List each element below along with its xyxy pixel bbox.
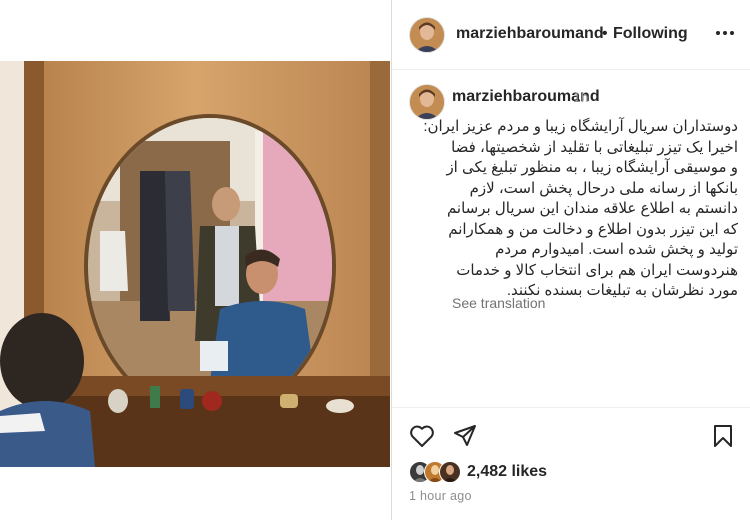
author-avatar-image	[410, 85, 444, 119]
likes-count[interactable]: 2,482 likes	[467, 463, 547, 481]
send-icon[interactable]	[453, 424, 477, 453]
author-username[interactable]: marziehbaroumand	[456, 25, 604, 43]
post-header: marziehbaroumand • Following	[392, 0, 750, 70]
post-photo[interactable]	[0, 61, 390, 467]
following-button[interactable]: Following	[613, 25, 688, 43]
separator-dot: •	[602, 25, 608, 42]
caption-line: و موسیقی آرایشگاه زیبا ، به منظور تبلیغ …	[446, 159, 738, 176]
heart-icon[interactable]	[409, 424, 435, 453]
caption-timestamp[interactable]: 1h	[573, 89, 589, 105]
bookmark-icon[interactable]	[712, 424, 734, 453]
caption-line: دوستداران سریال آرایشگاه زیبا و مردم عزی…	[423, 118, 738, 135]
caption-line: که این تیزر بدون اطلاع و دخالت من و همکا…	[448, 220, 738, 238]
liked-by-avatars[interactable]	[409, 461, 469, 483]
barbershop-mirror-image	[0, 61, 390, 467]
caption-line: هنردوست ایران هم برای انتخاب کالا و خدما…	[456, 261, 738, 279]
see-translation-link[interactable]: See translation	[452, 295, 545, 311]
avatar	[439, 461, 461, 483]
post-timestamp[interactable]: 1 hour ago	[409, 489, 472, 503]
caption-line: دانستم به اطلاع علاقه مندان این سریال بر…	[446, 200, 738, 217]
more-options-icon[interactable]	[714, 24, 736, 42]
actions-divider	[392, 407, 750, 408]
caption-line: اخیرا یک تیزر تبلیغاتی با تقلید از شخصیت…	[451, 138, 738, 156]
caption-line: تولید و پخش شده است. امیدوارم مردم	[495, 241, 738, 258]
caption-avatar[interactable]	[409, 84, 445, 120]
author-avatar-image	[410, 18, 444, 52]
caption-text: دوستداران سریال آرایشگاه زیبا و مردم عزی…	[423, 117, 738, 302]
avatar[interactable]	[409, 17, 445, 53]
caption-line: بانکها از رسانه ملی درحال پخش است، لازم	[469, 179, 738, 197]
panel-divider	[391, 0, 392, 520]
